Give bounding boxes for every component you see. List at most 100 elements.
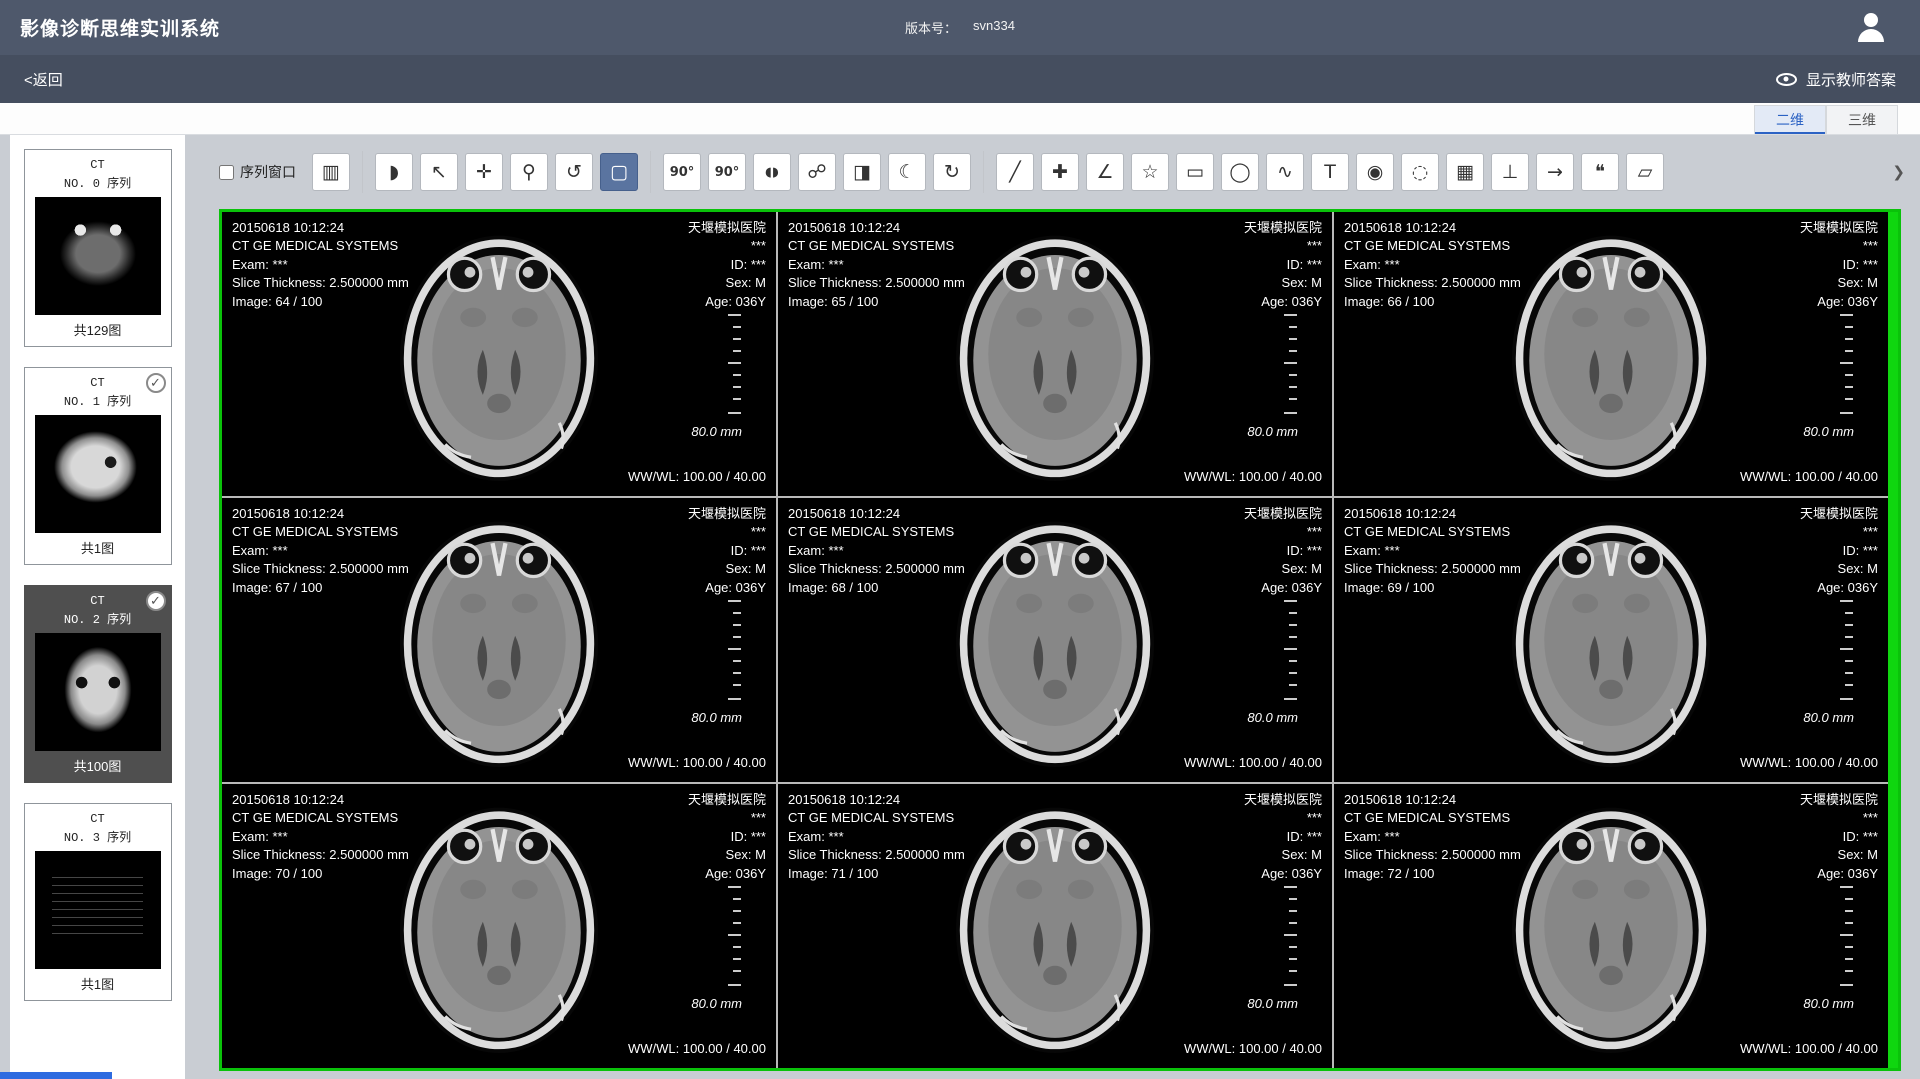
tool-icon: ⊥ [1502, 163, 1519, 182]
overlay-sex: Sex: M [1244, 846, 1322, 864]
wwwl-label: WW/WL: 100.00 / 40.00 [1184, 1040, 1322, 1058]
overlay-stars: *** [688, 237, 766, 255]
shutter-tool[interactable]: ◗ [375, 153, 413, 191]
overlay-hospital: 天堰模拟医院 [1244, 505, 1322, 523]
tool-icon: ◯ [1229, 163, 1250, 182]
zoom-tool[interactable]: ⚲ [510, 153, 548, 191]
overlay-top-right: 天堰模拟医院 *** ID: *** Sex: M Age: 036Y [1800, 505, 1878, 597]
series-card[interactable]: CT NO. 2 序列 共100图 ✓ [24, 585, 172, 783]
text-annotation-tool[interactable]: T [1311, 153, 1349, 191]
overlay-vendor: CT GE MEDICAL SYSTEMS [1344, 523, 1521, 541]
overlay-slice-thickness: Slice Thickness: 2.500000 mm [1344, 846, 1521, 864]
dashed-circle-tool[interactable]: ◌ [1401, 153, 1439, 191]
sidebar-scrollbar[interactable] [0, 1072, 112, 1079]
layout-grid-tool[interactable]: ▥ [312, 153, 350, 191]
series-window-toggle[interactable]: 序列窗口 [219, 162, 296, 182]
tool-icon: ▢ [610, 163, 628, 182]
line-measure-tool[interactable]: ╱ [996, 153, 1034, 191]
tool-icon: 90° [670, 166, 695, 179]
tool-icon: ⚲ [522, 163, 536, 182]
series-card[interactable]: CT NO. 0 序列 共129图 [24, 149, 172, 347]
viewer-cell[interactable]: 20150618 10:12:24 CT GE MEDICAL SYSTEMS … [778, 212, 1332, 496]
series-count: 共1图 [31, 974, 165, 993]
overlay-top-left: 20150618 10:12:24 CT GE MEDICAL SYSTEMS … [232, 219, 409, 311]
star-annotation-tool[interactable]: ☆ [1131, 153, 1169, 191]
curve-roi-tool[interactable]: ∿ [1266, 153, 1304, 191]
arrow-annotation-tool[interactable]: → [1536, 153, 1574, 191]
tab-3d[interactable]: 三维 [1826, 105, 1898, 134]
overlay-age: Age: 036Y [688, 579, 766, 597]
rotate-right-90-tool[interactable]: 90° [708, 153, 746, 191]
overlay-patient-id: ID: *** [688, 828, 766, 846]
region-select-tool[interactable]: ▢ [600, 153, 638, 191]
overlay-slice-thickness: Slice Thickness: 2.500000 mm [788, 274, 965, 292]
viewer-cell[interactable]: 20150618 10:12:24 CT GE MEDICAL SYSTEMS … [1334, 784, 1888, 1068]
wwwl-label: WW/WL: 100.00 / 40.00 [628, 1040, 766, 1058]
overlay-image-index: Image: 72 / 100 [1344, 865, 1521, 883]
toolbar-divider [362, 151, 363, 193]
overlay-datetime: 20150618 10:12:24 [1344, 219, 1521, 237]
toolbar: 序列窗口 ▥◗↖✛⚲↺▢90°90°◖◗☍◨☾↻╱✚∠☆▭◯∿T◉◌▦⊥→❝▱ … [219, 135, 1901, 209]
circle-stats-tool[interactable]: ◉ [1356, 153, 1394, 191]
pan-tool[interactable]: ✛ [465, 153, 503, 191]
invert-tool[interactable]: ◨ [843, 153, 881, 191]
series-check-icon: ✓ [146, 591, 166, 611]
flip-horizontal-tool[interactable]: ◖◗ [753, 153, 791, 191]
overlay-stars: *** [688, 809, 766, 827]
overlay-top-left: 20150618 10:12:24 CT GE MEDICAL SYSTEMS … [788, 219, 965, 311]
overlay-image-index: Image: 69 / 100 [1344, 579, 1521, 597]
overlay-datetime: 20150618 10:12:24 [232, 505, 409, 523]
viewer-cell[interactable]: 20150618 10:12:24 CT GE MEDICAL SYSTEMS … [222, 498, 776, 782]
tool-icon: ∿ [1277, 163, 1293, 182]
overlay-hospital: 天堰模拟医院 [688, 219, 766, 237]
overlay-vendor: CT GE MEDICAL SYSTEMS [788, 237, 965, 255]
shutter-ellipse-tool[interactable]: ☾ [888, 153, 926, 191]
overlay-datetime: 20150618 10:12:24 [232, 219, 409, 237]
wwwl-label: WW/WL: 100.00 / 40.00 [1740, 1040, 1878, 1058]
cross-measure-tool[interactable]: ✚ [1041, 153, 1079, 191]
scale-ruler-icon [1840, 886, 1854, 986]
eye-icon [1776, 73, 1797, 86]
ellipse-roi-tool[interactable]: ◯ [1221, 153, 1259, 191]
grid-roi-tool[interactable]: ▦ [1446, 153, 1484, 191]
overlay-top-right: 天堰模拟医院 *** ID: *** Sex: M Age: 036Y [688, 505, 766, 597]
overlay-vendor: CT GE MEDICAL SYSTEMS [1344, 237, 1521, 255]
reset-tool[interactable]: ↻ [933, 153, 971, 191]
toolbar-overflow-chevron[interactable]: ❯ [1892, 163, 1905, 181]
series-window-checkbox[interactable] [219, 165, 234, 180]
view-tabs: 二维 三维 [0, 103, 1920, 135]
pointer-tool[interactable]: ↖ [420, 153, 458, 191]
rotate-tool[interactable]: ↺ [555, 153, 593, 191]
viewer-cell[interactable]: 20150618 10:12:24 CT GE MEDICAL SYSTEMS … [778, 498, 1332, 782]
scale-label: 80.0 mm [691, 996, 742, 1011]
overlay-exam: Exam: *** [788, 828, 965, 846]
viewer-cell[interactable]: 20150618 10:12:24 CT GE MEDICAL SYSTEMS … [778, 784, 1332, 1068]
back-button[interactable]: <返回 [24, 69, 63, 90]
scale-label: 80.0 mm [1247, 996, 1298, 1011]
series-sidebar: CT NO. 0 序列 共129图 CT NO. 1 序列 共1图 ✓ CT N… [10, 135, 185, 1079]
overlay-age: Age: 036Y [688, 293, 766, 311]
viewer-cell[interactable]: 20150618 10:12:24 CT GE MEDICAL SYSTEMS … [222, 784, 776, 1068]
series-card[interactable]: CT NO. 3 序列 共1图 [24, 803, 172, 1001]
viewer-scrollbar[interactable] [1888, 212, 1898, 1068]
flip-vertical-tool[interactable]: ☍ [798, 153, 836, 191]
comment-annotation-tool[interactable]: ❝ [1581, 153, 1619, 191]
tab-2d[interactable]: 二维 [1754, 105, 1826, 134]
viewer-cell[interactable]: 20150618 10:12:24 CT GE MEDICAL SYSTEMS … [1334, 212, 1888, 496]
series-card[interactable]: CT NO. 1 序列 共1图 ✓ [24, 367, 172, 565]
rect-roi-tool[interactable]: ▭ [1176, 153, 1214, 191]
overlay-top-left: 20150618 10:12:24 CT GE MEDICAL SYSTEMS … [1344, 791, 1521, 883]
overlay-stars: *** [1244, 523, 1322, 541]
viewer-cell[interactable]: 20150618 10:12:24 CT GE MEDICAL SYSTEMS … [222, 212, 776, 496]
eraser-tool[interactable]: ▱ [1626, 153, 1664, 191]
wwwl-label: WW/WL: 100.00 / 40.00 [1740, 754, 1878, 772]
perpendicular-measure-tool[interactable]: ⊥ [1491, 153, 1529, 191]
user-icon-body [1858, 29, 1884, 42]
overlay-age: Age: 036Y [1244, 579, 1322, 597]
show-answer-button[interactable]: 显示教师答案 [1776, 69, 1896, 90]
rotate-left-90-tool[interactable]: 90° [663, 153, 701, 191]
user-icon[interactable] [1852, 9, 1890, 47]
scale-label: 80.0 mm [691, 710, 742, 725]
viewer-cell[interactable]: 20150618 10:12:24 CT GE MEDICAL SYSTEMS … [1334, 498, 1888, 782]
angle-measure-tool[interactable]: ∠ [1086, 153, 1124, 191]
